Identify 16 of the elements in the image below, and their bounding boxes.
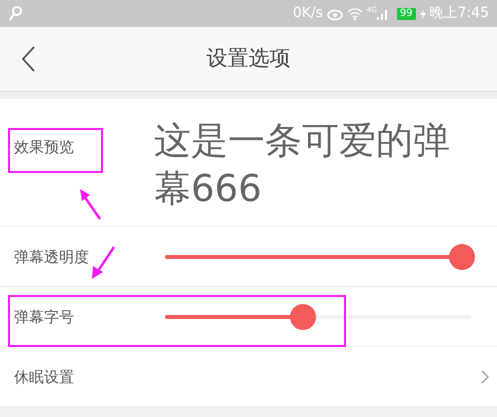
slider-thumb[interactable] <box>290 304 316 330</box>
page-title: 设置选项 <box>206 45 290 72</box>
back-icon <box>21 46 35 72</box>
setting-label: 休眠设置 <box>14 368 74 386</box>
wifi-icon <box>346 6 363 20</box>
setting-label: 弹幕透明度 <box>14 248 89 266</box>
arrow-icon <box>78 188 102 220</box>
signal-icon <box>376 8 389 20</box>
chevron-right-icon[interactable] <box>481 370 489 384</box>
setting-label: 弹幕字号 <box>14 308 74 326</box>
arrow-icon <box>90 246 116 280</box>
preview-label: 效果预览 <box>14 137 75 158</box>
battery-level: 99 <box>396 8 416 20</box>
preview-text: 这是一条可爱的弹幕666 <box>154 118 451 212</box>
slider-thumb[interactable] <box>448 244 475 270</box>
charging-icon <box>420 8 426 18</box>
